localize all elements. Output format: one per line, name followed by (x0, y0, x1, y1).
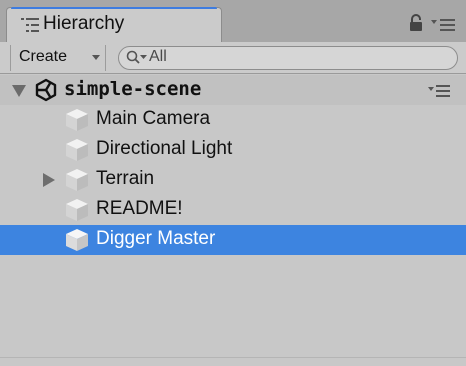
lock-icon[interactable] (409, 14, 423, 32)
search-input[interactable]: All (118, 46, 458, 70)
tab-title: Hierarchy (43, 13, 125, 34)
search-placeholder: All (149, 48, 167, 65)
list-item-label: Digger Master (96, 228, 216, 249)
list-item[interactable]: README! (0, 195, 466, 225)
hierarchy-list-icon (21, 18, 39, 32)
list-item-label: Terrain (96, 168, 155, 189)
list-item-label: Main Camera (96, 108, 211, 129)
search-icon (126, 50, 147, 64)
expand-arrow-icon[interactable] (43, 173, 55, 187)
hierarchy-toolbar: Create All (0, 42, 466, 74)
list-item[interactable]: Directional Light (0, 135, 466, 165)
list-item[interactable]: Main Camera (0, 105, 466, 135)
gameobject-cube-icon (66, 139, 88, 161)
tab-hierarchy[interactable]: Hierarchy (6, 7, 222, 43)
unity-scene-icon (35, 78, 57, 102)
gameobject-cube-icon (66, 199, 88, 221)
hierarchy-list: Main Camera Directional Light Terrain RE… (0, 105, 466, 255)
list-item-label: Directional Light (96, 138, 233, 159)
list-item-label: README! (96, 198, 183, 219)
gameobject-cube-icon (66, 229, 88, 251)
scene-menu-icon[interactable] (428, 85, 450, 97)
tab-strip: Hierarchy (0, 0, 466, 43)
fold-triangle-icon[interactable] (12, 85, 26, 97)
create-label: Create (19, 48, 68, 65)
gameobject-cube-icon (66, 109, 88, 131)
scene-header[interactable]: simple-scene (0, 75, 466, 105)
gameobject-cube-icon (66, 169, 88, 191)
panel-menu-icon[interactable] (431, 18, 455, 32)
list-item-selected[interactable]: Digger Master (0, 225, 466, 255)
chevron-down-icon (92, 55, 100, 60)
scene-name: simple-scene (64, 78, 202, 100)
panel-bottom-divider (0, 357, 466, 358)
list-item[interactable]: Terrain (0, 165, 466, 195)
create-dropdown-button[interactable]: Create (10, 45, 106, 71)
